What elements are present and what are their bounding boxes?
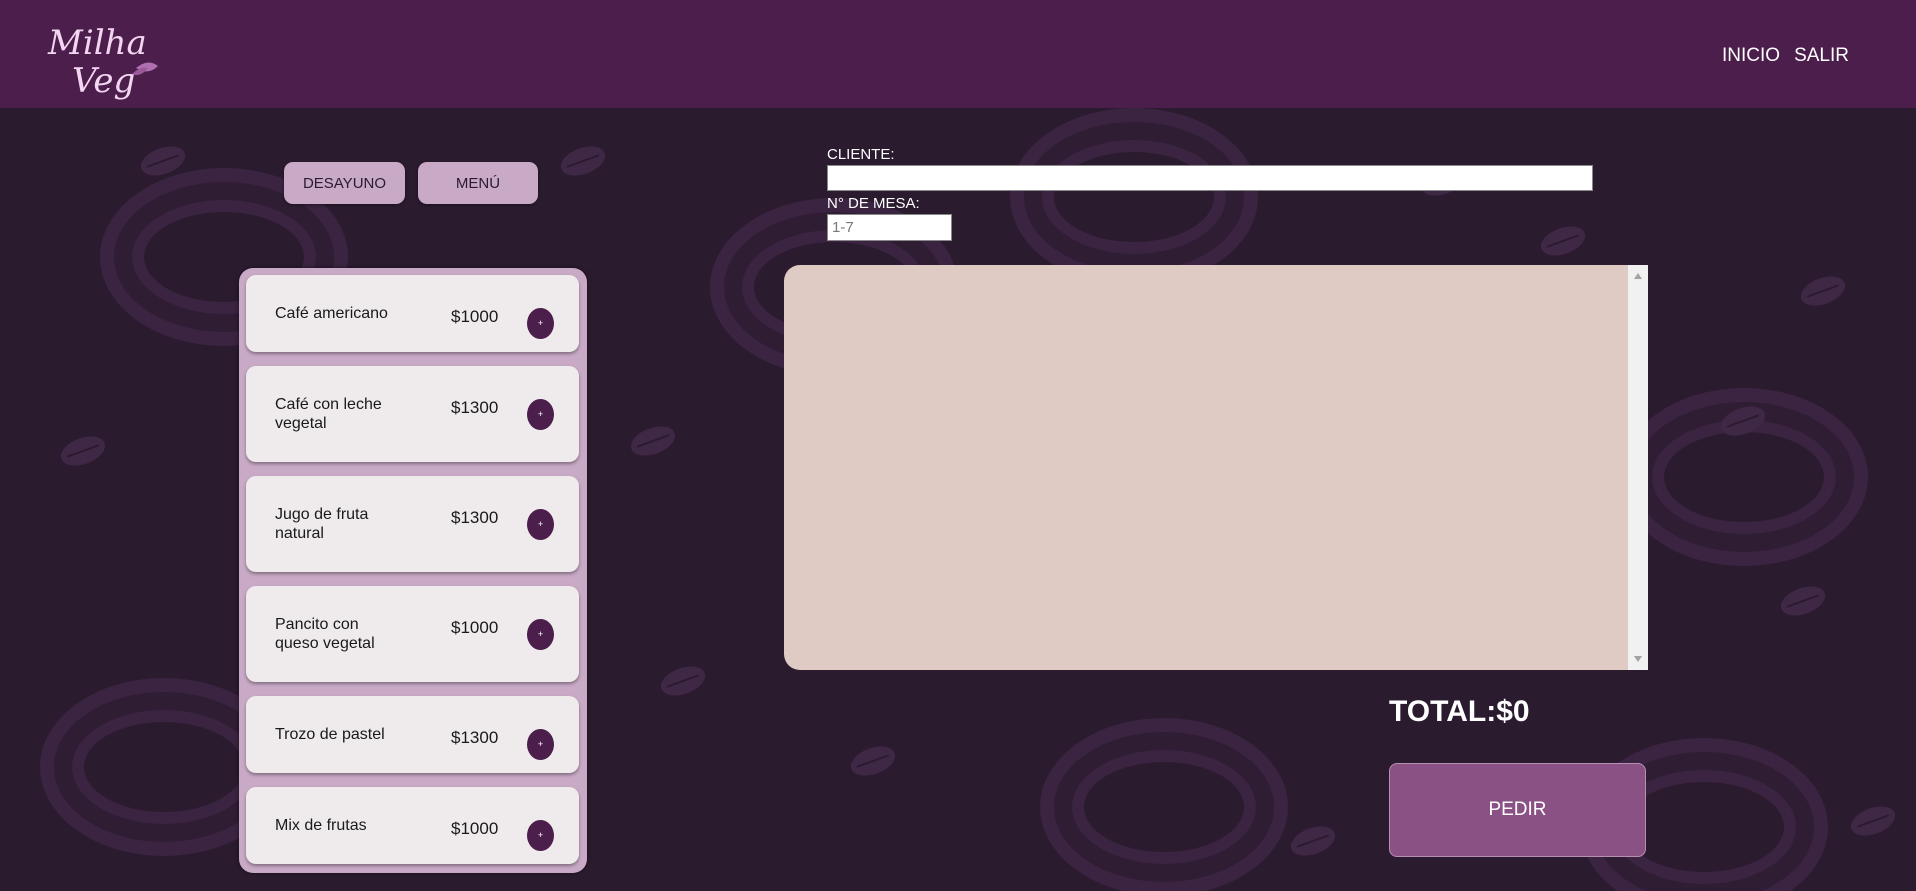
coffee-bean-decoration — [1716, 400, 1770, 442]
cliente-input[interactable] — [827, 165, 1593, 191]
scroll-down-arrow-icon[interactable] — [1634, 656, 1642, 662]
menu-item-price: $1300 — [451, 398, 499, 417]
nav-salir-link[interactable]: SALIR — [1794, 45, 1849, 67]
menu-item-price: $1300 — [451, 508, 499, 527]
menu-item-name: Jugo de fruta natural — [275, 506, 369, 542]
menu-item-price: $1000 — [451, 819, 499, 838]
add-item-button[interactable]: + — [527, 729, 554, 760]
coffee-bean-decoration — [1796, 270, 1850, 312]
menu-item-card: Pancito con queso vegetal $1000 + — [246, 586, 579, 682]
order-list-area[interactable] — [784, 265, 1648, 670]
menu-item-name: Café americano — [275, 305, 388, 322]
menu-item-card: Café americano $1000 + — [246, 275, 579, 352]
coffee-bean-decoration — [56, 430, 110, 472]
mesa-label: N° DE MESA: — [827, 195, 920, 212]
coffee-bean-decoration — [1776, 580, 1830, 622]
add-item-button[interactable]: + — [527, 820, 554, 851]
menu-items-panel: Café americano $1000 + Café con leche ve… — [239, 268, 587, 873]
menu-item-card: Mix de frutas $1000 + — [246, 787, 579, 864]
menu-item-name: Trozo de pastel — [275, 726, 385, 743]
add-item-button[interactable]: + — [527, 308, 554, 339]
logo-text-line2: Veg — [72, 61, 135, 101]
pedir-button[interactable]: PEDIR — [1389, 763, 1646, 857]
main-nav: INICIO SALIR — [1722, 45, 1849, 67]
menu-item-card: Café con leche vegetal $1300 + — [246, 366, 579, 462]
coffee-bean-decoration — [656, 660, 710, 702]
mesa-number-input[interactable] — [827, 214, 952, 241]
menu-button[interactable]: MENÚ — [418, 162, 538, 204]
add-item-button[interactable]: + — [527, 619, 554, 650]
logo-text-line1: Milha — [47, 23, 147, 63]
order-total: TOTAL:$0 — [1389, 695, 1530, 728]
coffee-bean-decoration — [626, 420, 680, 462]
coffee-cup-decoration — [1040, 718, 1288, 891]
milha-veg-logo[interactable]: Milha Veg — [44, 16, 164, 106]
menu-item-price: $1000 — [451, 307, 499, 326]
menu-item-price: $1000 — [451, 618, 499, 637]
coffee-bean-decoration — [846, 740, 900, 782]
desayuno-button[interactable]: DESAYUNO — [284, 162, 405, 204]
menu-item-name: Café con leche vegetal — [275, 396, 382, 432]
cliente-label: CLIENTE: — [827, 146, 895, 163]
top-bar: Milha Veg INICIO SALIR — [0, 0, 1916, 108]
menu-item-card: Jugo de fruta natural $1300 + — [246, 476, 579, 572]
add-item-button[interactable]: + — [527, 399, 554, 430]
coffee-bean-decoration — [1536, 220, 1590, 262]
logo-graphic: Milha Veg — [47, 23, 158, 101]
coffee-bean-decoration — [556, 140, 610, 182]
coffee-bean-decoration — [1286, 820, 1340, 862]
scroll-up-arrow-icon[interactable] — [1634, 273, 1642, 279]
menu-item-price: $1300 — [451, 728, 499, 747]
coffee-bean-decoration — [1846, 800, 1900, 842]
coffee-cup-decoration — [1010, 108, 1258, 286]
menu-item-name: Pancito con queso vegetal — [275, 616, 375, 652]
coffee-cup-decoration — [1620, 388, 1868, 566]
menu-item-name: Mix de frutas — [275, 817, 367, 834]
nav-inicio-link[interactable]: INICIO — [1722, 45, 1780, 67]
add-item-button[interactable]: + — [527, 509, 554, 540]
coffee-bean-decoration — [136, 140, 190, 182]
menu-item-card: Trozo de pastel $1300 + — [246, 696, 579, 773]
order-scrollbar[interactable] — [1628, 265, 1648, 670]
